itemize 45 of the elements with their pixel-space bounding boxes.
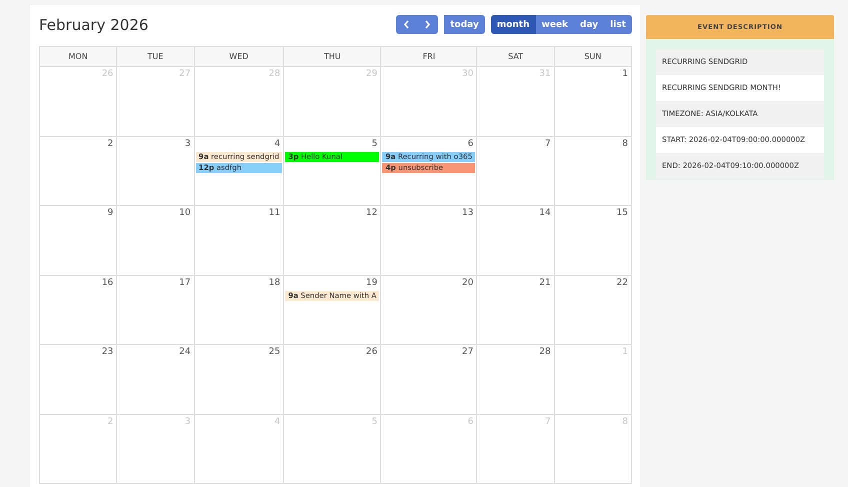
day-number: 28: [539, 347, 552, 357]
day-number: 18: [268, 278, 282, 288]
day-number: 6: [468, 138, 474, 148]
weekday-header: TUE: [117, 47, 195, 67]
day-number: 26: [366, 347, 378, 357]
day-number: 7: [544, 138, 552, 148]
day-number: 10: [179, 208, 192, 218]
day-number: 15: [616, 208, 629, 218]
day-number: 25: [268, 347, 282, 357]
day-number: 1: [622, 69, 629, 79]
day-number: 9: [108, 208, 114, 218]
day-number: 12: [366, 208, 378, 218]
weekday-header: FRI: [381, 47, 478, 67]
day-number: 11: [268, 208, 282, 218]
weekday-header: SAT: [477, 47, 555, 67]
day-number: 4: [274, 138, 282, 148]
view-tab[interactable]: list: [604, 15, 632, 34]
day-number: 23: [102, 347, 114, 357]
day-number: 17: [179, 278, 192, 288]
weekday-header: WED: [194, 47, 284, 67]
view-tab[interactable]: month: [490, 15, 536, 34]
view-tab[interactable]: day: [574, 15, 604, 34]
next-button[interactable]: [417, 15, 438, 34]
day-number: 2: [108, 138, 114, 148]
weekday-header: THU: [284, 47, 382, 67]
month-title: February 2026: [39, 16, 150, 34]
day-number: 19: [366, 278, 378, 288]
weekday-header: SUN: [554, 47, 632, 67]
day-number: 16: [102, 278, 114, 288]
chevron-left-icon: [403, 20, 410, 29]
day-number: 5: [372, 138, 378, 148]
weekday-header: MON: [40, 47, 118, 67]
day-number: 13: [462, 208, 474, 218]
chevron-right-icon: [424, 20, 432, 29]
view-tab[interactable]: week: [536, 15, 574, 34]
day-number: 27: [462, 347, 474, 357]
day-number: 22: [616, 278, 629, 288]
day-number: 3: [184, 138, 192, 148]
day-number: 14: [539, 208, 552, 218]
previous-button[interactable]: [396, 15, 418, 34]
day-number: 21: [539, 278, 552, 288]
day-number: 8: [622, 138, 629, 148]
day-number: 24: [179, 347, 192, 357]
day-number: 20: [462, 278, 474, 288]
today-button[interactable]: today: [444, 15, 485, 34]
